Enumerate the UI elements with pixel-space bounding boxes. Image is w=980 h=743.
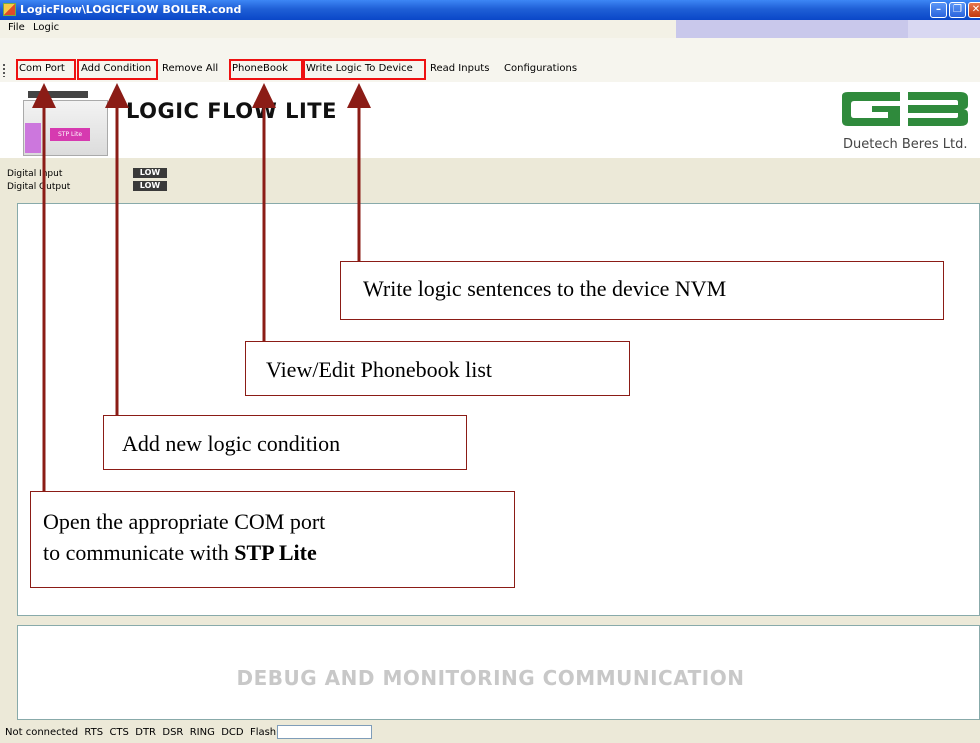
digital-output-badge: LOW [133, 181, 167, 191]
remove-all-button[interactable]: Remove All [162, 63, 218, 74]
banner: STP Lite LOGIC FLOW LITE Duetech Beres L… [0, 82, 980, 158]
device-board [25, 123, 41, 153]
callout-com-port-device: STP Lite [234, 540, 317, 565]
menu-bar: File Logic [0, 20, 980, 38]
highlight-add-condition [77, 59, 158, 80]
company-logo-icon [842, 92, 968, 126]
callout-write-logic: Write logic sentences to the device NVM [340, 261, 944, 320]
callout-write-text: Write logic sentences to the device NVM [363, 276, 727, 301]
callout-add-condition: Add new logic condition [103, 415, 467, 470]
window-title: LogicFlow\LOGICFLOW BOILER.cond [20, 3, 242, 16]
callout-com-port-line2: to communicate with STP Lite [43, 537, 514, 568]
digital-input-badge: LOW [133, 168, 167, 178]
close-button[interactable]: ✕ [968, 2, 980, 18]
title-bar: LogicFlow\LOGICFLOW BOILER.cond – ❐ ✕ [0, 0, 980, 20]
menu-bar-shade-right [908, 20, 980, 38]
menu-logic[interactable]: Logic [33, 22, 59, 33]
highlight-phonebook [229, 59, 303, 80]
status-text: Not connected RTS CTS DTR DSR RING DCD F… [5, 727, 277, 738]
callout-add-condition-text: Add new logic condition [122, 431, 341, 456]
debug-panel[interactable]: DEBUG AND MONITORING COMMUNICATION [17, 625, 980, 720]
app-title: LOGIC FLOW LITE [126, 99, 337, 123]
status-bar: Not connected RTS CTS DTR DSR RING DCD F… [0, 722, 980, 743]
toolbar-grip[interactable] [3, 64, 5, 77]
maximize-button[interactable]: ❐ [949, 2, 966, 18]
configurations-button[interactable]: Configurations [504, 63, 577, 74]
app-icon [3, 3, 16, 16]
callout-phonebook: View/Edit Phonebook list [245, 341, 630, 396]
read-inputs-button[interactable]: Read Inputs [430, 63, 489, 74]
menu-file[interactable]: File [8, 22, 25, 33]
company-name: Duetech Beres Ltd. [843, 137, 968, 152]
highlight-com-port [16, 59, 76, 80]
menu-bar-shade [676, 20, 908, 38]
minimize-button[interactable]: – [930, 2, 947, 18]
callout-com-port: Open the appropriate COM port to communi… [30, 491, 515, 588]
callout-com-port-line1: Open the appropriate COM port [43, 509, 326, 534]
device-image: STP Lite [23, 91, 108, 156]
highlight-write-logic [303, 59, 426, 80]
digital-input-label: Digital Input [7, 169, 63, 179]
flash-input[interactable] [277, 725, 372, 739]
callout-phonebook-text: View/Edit Phonebook list [266, 357, 493, 382]
callout-com-port-line2-prefix: to communicate with [43, 540, 235, 565]
device-antenna [28, 91, 88, 98]
debug-title: DEBUG AND MONITORING COMMUNICATION [236, 666, 745, 690]
digital-output-label: Digital Output [7, 182, 71, 192]
device-label: STP Lite [50, 128, 90, 141]
